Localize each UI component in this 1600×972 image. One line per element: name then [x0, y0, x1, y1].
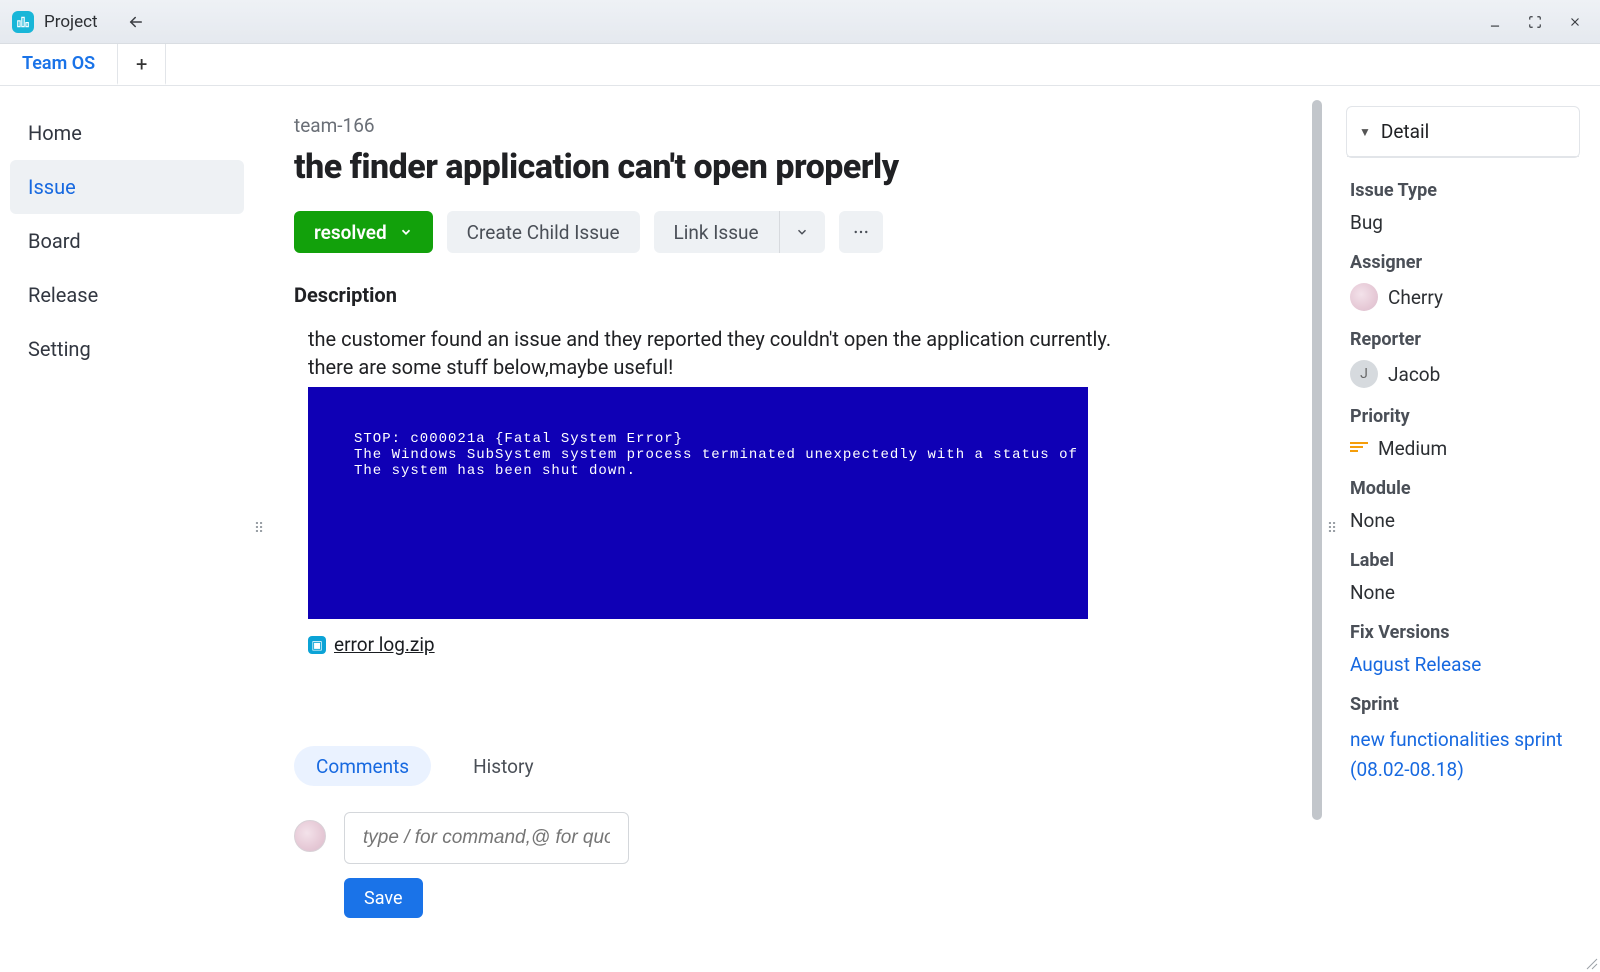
reporter-value[interactable]: J Jacob — [1350, 360, 1576, 388]
issue-content: team-166 the finder application can't op… — [264, 86, 1326, 972]
priority-icon — [1350, 442, 1368, 456]
tab-strip: Team OS + — [0, 44, 1600, 86]
sprint-label: Sprint — [1350, 694, 1576, 715]
create-child-button[interactable]: Create Child Issue — [447, 211, 640, 253]
sprint-value[interactable]: new functionalities sprint (08.02-08.18) — [1350, 725, 1576, 786]
link-issue-button[interactable]: Link Issue — [654, 211, 779, 253]
current-user-avatar — [294, 820, 326, 852]
window-title: Project — [44, 12, 98, 32]
error-screenshot: STOP: c000021a {Fatal System Error} The … — [308, 387, 1088, 619]
left-splitter[interactable]: ⠿ — [254, 86, 264, 972]
close-button[interactable] — [1566, 13, 1584, 31]
save-button[interactable]: Save — [344, 878, 423, 918]
right-splitter[interactable]: ⠿ — [1326, 86, 1338, 972]
reporter-label: Reporter — [1350, 329, 1576, 350]
label-label: Label — [1350, 550, 1576, 571]
back-button[interactable] — [124, 10, 148, 34]
minimize-button[interactable] — [1486, 13, 1504, 31]
content-scrollbar[interactable] — [1312, 100, 1322, 860]
description-text: the customer found an issue and they rep… — [294, 325, 1290, 381]
sidebar: Home Issue Board Release Setting — [0, 86, 254, 972]
sidebar-item-setting[interactable]: Setting — [10, 322, 244, 376]
app-icon — [12, 11, 34, 33]
attachment-link[interactable]: error log.zip — [334, 633, 435, 656]
issue-type-value: Bug — [1350, 211, 1576, 234]
tab-history[interactable]: History — [451, 746, 555, 786]
file-icon: ▣ — [308, 636, 326, 654]
resize-handle[interactable] — [1584, 956, 1598, 970]
comment-input[interactable] — [344, 812, 629, 864]
priority-value[interactable]: Medium — [1350, 437, 1576, 460]
maximize-button[interactable] — [1526, 13, 1544, 31]
assigner-avatar — [1350, 283, 1378, 311]
chevron-down-icon — [399, 225, 413, 239]
detail-panel: ▼ Detail Issue Type Bug Assigner Cherry … — [1338, 86, 1600, 972]
caret-down-icon: ▼ — [1359, 125, 1371, 139]
fixversions-label: Fix Versions — [1350, 622, 1576, 643]
window-titlebar: Project — [0, 0, 1600, 44]
more-actions-button[interactable] — [839, 211, 883, 253]
label-value[interactable]: None — [1350, 581, 1576, 604]
status-dropdown[interactable]: resolved — [294, 211, 433, 253]
link-issue-menu[interactable] — [779, 211, 825, 253]
priority-label: Priority — [1350, 406, 1576, 427]
tab-comments[interactable]: Comments — [294, 746, 431, 786]
issue-key: team-166 — [294, 114, 1290, 137]
detail-header[interactable]: ▼ Detail — [1347, 107, 1579, 157]
description-heading: Description — [294, 283, 1290, 307]
issue-type-label: Issue Type — [1350, 180, 1576, 201]
module-label: Module — [1350, 478, 1576, 499]
sidebar-item-board[interactable]: Board — [10, 214, 244, 268]
fixversions-value[interactable]: August Release — [1350, 653, 1576, 676]
reporter-avatar: J — [1350, 360, 1378, 388]
module-value[interactable]: None — [1350, 509, 1576, 532]
sidebar-item-release[interactable]: Release — [10, 268, 244, 322]
tab-team-os[interactable]: Team OS — [0, 44, 118, 85]
sidebar-item-issue[interactable]: Issue — [10, 160, 244, 214]
assigner-label: Assigner — [1350, 252, 1576, 273]
assigner-value[interactable]: Cherry — [1350, 283, 1576, 311]
sidebar-item-home[interactable]: Home — [10, 106, 244, 160]
issue-title: the finder application can't open proper… — [294, 147, 1290, 187]
new-tab-button[interactable]: + — [118, 44, 166, 85]
